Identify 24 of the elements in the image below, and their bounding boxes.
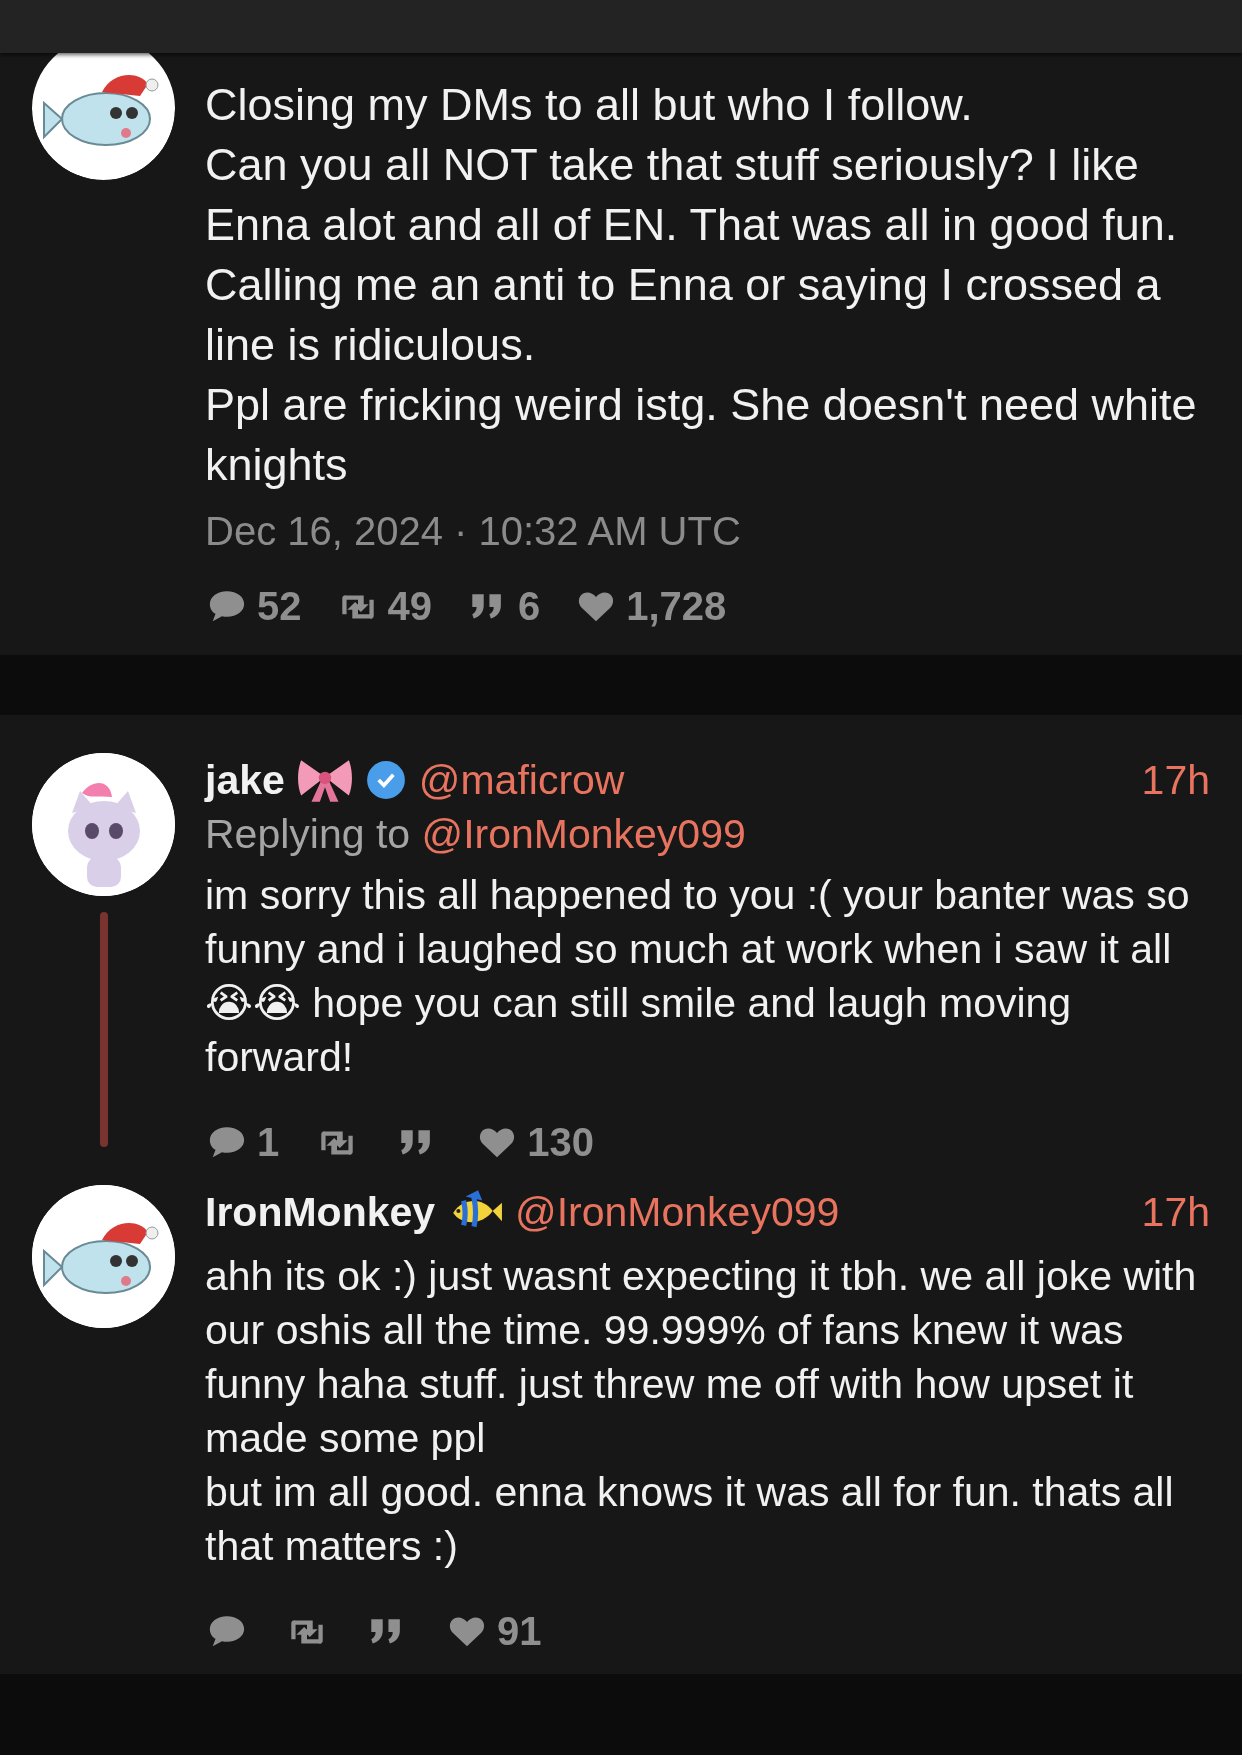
reply-stat[interactable]: 1 bbox=[205, 1120, 280, 1165]
replying-label: Replying to bbox=[205, 811, 411, 857]
author-name[interactable]: jake bbox=[205, 756, 285, 804]
mention-link[interactable]: @IronMonkey099 bbox=[421, 811, 746, 857]
like-stat[interactable]: 91 bbox=[445, 1609, 542, 1654]
post-timestamp[interactable]: Dec 16, 2024 · 10:32 AM UTC bbox=[205, 509, 1210, 554]
post-time[interactable]: 17h bbox=[1141, 1188, 1210, 1236]
like-stat[interactable]: 130 bbox=[475, 1120, 594, 1165]
reply-stat[interactable]: 52 bbox=[205, 584, 302, 629]
like-stat[interactable]: 1,728 bbox=[574, 584, 727, 629]
post-time[interactable]: 17h bbox=[1141, 756, 1210, 804]
author-handle[interactable]: @IronMonkey099 bbox=[515, 1188, 840, 1236]
reply-text: im sorry this all happened to you :( your banter was so funny and i laughed so much at work when i saw it all 😭😭 hope you can still smile and laugh moving forward! bbox=[205, 871, 1191, 1082]
post-text: Can you all NOT take that stuff seriously? I like Enna alot and all of EN. That was all in good fun. Calling me an anti to Enna or saying I crossed a line is ridiculous. bbox=[205, 138, 1179, 372]
post-text: Ppl are fricking weird istg. She doesn't need white knights bbox=[205, 378, 1198, 492]
quote-stat[interactable]: 6 bbox=[466, 584, 541, 629]
reply-text: but im all good. enna knows it was all for fun. thats all that matters :) bbox=[205, 1468, 1175, 1571]
author-handle[interactable]: @maficrow bbox=[418, 756, 625, 804]
avatar[interactable] bbox=[32, 753, 175, 896]
avatar[interactable] bbox=[32, 1185, 175, 1328]
avatar[interactable] bbox=[32, 53, 175, 180]
retweet-stat[interactable]: 49 bbox=[335, 584, 432, 629]
post-text: Closing my DMs to all but who I follow. bbox=[205, 78, 974, 132]
author-name[interactable]: IronMonkey bbox=[205, 1188, 436, 1236]
